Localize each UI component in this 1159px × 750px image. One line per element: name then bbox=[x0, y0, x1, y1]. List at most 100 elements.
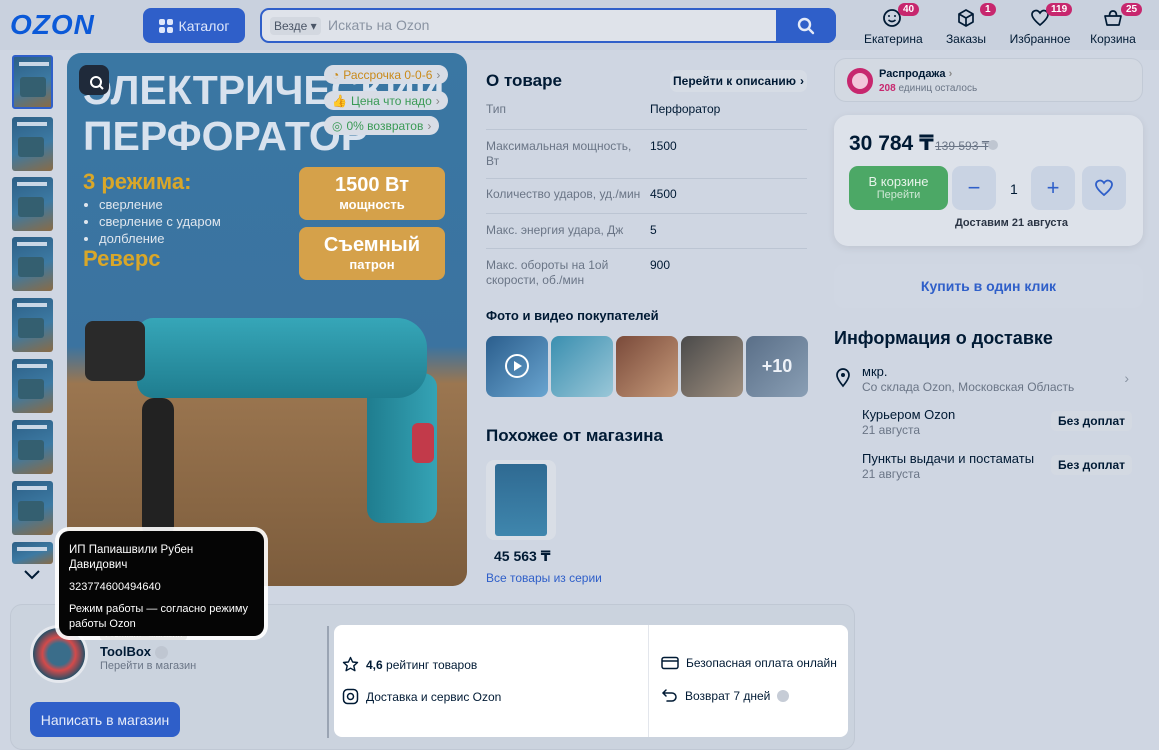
param-row: Количество ударов, уд./мин 4500 bbox=[486, 187, 807, 214]
search-button[interactable] bbox=[776, 8, 836, 43]
delivery-option-pickup[interactable]: Пункты выдачи и постаматы 21 августа Без… bbox=[862, 451, 1132, 483]
search-icon bbox=[797, 17, 815, 34]
sale-card[interactable]: Распродажа › 208 единиц осталось bbox=[834, 58, 1143, 102]
seller-name[interactable]: ToolBox bbox=[100, 644, 168, 660]
delivery-date: Доставим 21 августа bbox=[954, 217, 1069, 229]
price: 30 784 ₸ bbox=[849, 132, 934, 155]
header: OZON Каталог Везде ▾ 40 Екатерина 1 Зака… bbox=[0, 0, 1159, 50]
divider bbox=[327, 626, 329, 738]
feature-rating: 4,6 рейтинг товаров bbox=[342, 656, 477, 673]
product-main-image[interactable]: ЭЛЕКТРИЧЕСКИЙ ПЕРФОРАТОР ◔ Рассрочка 0-0-6… bbox=[67, 53, 467, 586]
catalog-label: Каталог bbox=[178, 17, 230, 34]
image-search-icon[interactable] bbox=[79, 65, 109, 95]
drill-trigger-shape bbox=[412, 423, 434, 463]
buy-one-click-button[interactable]: Купить в один клик bbox=[834, 264, 1143, 308]
increase-qty-button[interactable]: + bbox=[1031, 166, 1075, 210]
profile-badge: 40 bbox=[898, 3, 920, 16]
param-row: Максимальная мощность, Вт 1500 bbox=[486, 139, 807, 179]
nav-orders[interactable]: 1 Заказы bbox=[944, 3, 996, 46]
search-bar: Везде ▾ bbox=[260, 8, 836, 43]
all-series-link[interactable]: Все товары из серии bbox=[486, 571, 602, 585]
param-row: Макс. обороты на 1ой скорости, об./мин 90… bbox=[486, 258, 671, 287]
thumbs-scroll-down[interactable] bbox=[22, 568, 42, 587]
old-price: 139 593 ₸ bbox=[935, 139, 990, 153]
chevron-down-icon bbox=[24, 570, 40, 580]
write-to-store-button[interactable]: Написать в магазин bbox=[30, 702, 180, 737]
decrease-qty-button[interactable]: − bbox=[952, 166, 996, 210]
chevron-right-icon: › bbox=[799, 74, 804, 88]
star-icon bbox=[342, 656, 359, 672]
no-extra-badge: Без доплат bbox=[1051, 455, 1132, 475]
nav-cart[interactable]: 25 Корзина bbox=[1088, 3, 1143, 46]
catalog-button[interactable]: Каталог bbox=[143, 8, 245, 43]
nav-profile[interactable]: 40 Екатерина bbox=[864, 3, 923, 46]
nav-favorites[interactable]: 119 Избранное bbox=[1008, 3, 1073, 46]
thumb-up-icon: 👍 bbox=[332, 93, 347, 108]
price-card: 30 784 ₸ 139 593 ₸ В корзине Перейти − 1… bbox=[834, 115, 1143, 246]
drill-body-shape bbox=[137, 318, 427, 398]
customer-photo[interactable] bbox=[681, 336, 743, 397]
gallery-thumb[interactable] bbox=[12, 542, 53, 564]
similar-title: Похожее от магазина bbox=[486, 426, 664, 445]
similar-price: 45 563 ₸ bbox=[494, 548, 551, 564]
delivery-option-courier[interactable]: Курьером Ozon 21 августа Без доплат bbox=[862, 407, 1132, 439]
info-icon[interactable] bbox=[154, 646, 168, 660]
gallery-thumb[interactable] bbox=[12, 177, 53, 231]
gallery-thumb[interactable] bbox=[12, 55, 53, 109]
ozon-logo[interactable]: OZON bbox=[10, 9, 95, 41]
grid-icon bbox=[158, 18, 173, 33]
info-icon[interactable] bbox=[988, 140, 998, 150]
basket-icon bbox=[1104, 10, 1122, 26]
return-arrow-icon bbox=[661, 689, 677, 702]
card-icon bbox=[661, 656, 679, 670]
box-icon bbox=[958, 9, 974, 27]
orders-badge: 1 bbox=[980, 3, 996, 16]
go-to-store-link[interactable]: Перейти в магазин bbox=[100, 660, 196, 672]
in-cart-button[interactable]: В корзине Перейти bbox=[849, 166, 948, 210]
clock-icon: ◔ bbox=[332, 67, 340, 82]
chevron-right-icon: › bbox=[1124, 370, 1129, 386]
chip-returns[interactable]: ◎ 0% возвратов › bbox=[324, 116, 440, 135]
about-title: О товаре bbox=[486, 71, 562, 90]
power-box: 1500 Вт мощность bbox=[299, 167, 445, 220]
go-to-description-button[interactable]: Перейти к описанию › bbox=[670, 70, 807, 92]
chip-good-price[interactable]: 👍 Цена что надо › bbox=[324, 91, 448, 110]
quantity-value: 1 bbox=[1010, 181, 1018, 197]
customer-video[interactable] bbox=[486, 336, 548, 397]
chip-installment[interactable]: ◔ Рассрочка 0-0-6 › bbox=[324, 65, 449, 84]
customer-photo[interactable] bbox=[616, 336, 678, 397]
favorite-button[interactable] bbox=[1082, 166, 1126, 210]
play-icon bbox=[505, 354, 529, 378]
feature-return: Возврат 7 дней bbox=[661, 688, 790, 703]
sale-ring-icon bbox=[847, 68, 873, 94]
param-row: Макс. энергия удара, Дж 5 bbox=[486, 223, 807, 249]
more-photos-button[interactable]: +10 bbox=[746, 336, 808, 397]
delivery-title: Информация о доставке bbox=[834, 328, 1053, 348]
seller-info-tooltip: ИП Папиашвили Рубен Давидович 3237746004… bbox=[59, 531, 264, 636]
drill-chuck-shape bbox=[85, 321, 145, 381]
no-extra-badge: Без доплат bbox=[1051, 411, 1132, 431]
gallery-thumb[interactable] bbox=[12, 359, 53, 413]
heart-icon bbox=[1095, 179, 1113, 197]
gallery-thumb[interactable] bbox=[12, 298, 53, 352]
plus-icon: + bbox=[1046, 175, 1060, 200]
percent-icon: ◎ bbox=[332, 118, 343, 133]
gallery-thumb[interactable] bbox=[12, 117, 53, 171]
delivery-address[interactable]: мкр. Со склада Ozon, Московская Область … bbox=[834, 364, 1143, 394]
gallery-thumb[interactable] bbox=[12, 237, 53, 291]
minus-icon: − bbox=[967, 175, 981, 200]
chuck-box: Съемный патрон bbox=[299, 227, 445, 280]
modes-title: 3 режима: bbox=[83, 169, 192, 194]
reverse-label: Реверс bbox=[83, 246, 161, 271]
favorites-badge: 119 bbox=[1046, 3, 1073, 16]
gallery-thumb[interactable] bbox=[12, 481, 53, 535]
feature-ozon-service: Доставка и сервис Ozon bbox=[342, 688, 501, 705]
gallery-thumb[interactable] bbox=[12, 420, 53, 474]
similar-product-card[interactable] bbox=[486, 460, 556, 540]
search-input[interactable] bbox=[328, 14, 768, 36]
cart-badge: 25 bbox=[1121, 3, 1143, 16]
search-scope-select[interactable]: Везде ▾ bbox=[270, 17, 321, 35]
customer-photo[interactable] bbox=[551, 336, 613, 397]
info-icon[interactable] bbox=[777, 689, 790, 702]
feature-secure-payment: Безопасная оплата онлайн bbox=[661, 656, 837, 670]
